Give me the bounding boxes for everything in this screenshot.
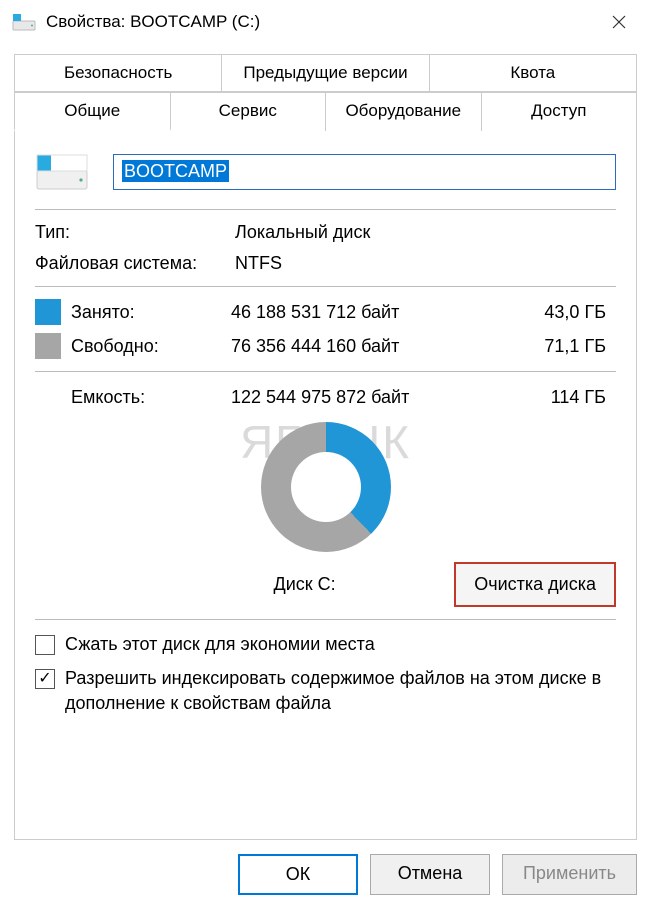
titlebar: Свойства: BOOTCAMP (C:) [0, 0, 651, 44]
drive-name-value: BOOTCAMP [122, 160, 229, 182]
dialog-footer: OК Отмена Применить [0, 840, 651, 909]
used-bytes: 46 188 531 712 байт [231, 302, 471, 323]
filesystem-label: Файловая система: [35, 253, 235, 274]
used-label: Занято: [71, 302, 231, 323]
drive-name-input[interactable]: BOOTCAMP [113, 154, 616, 190]
free-bytes: 76 356 444 160 байт [231, 336, 471, 357]
type-row: Тип: Локальный диск [35, 222, 616, 243]
drive-name-row: BOOTCAMP [35, 153, 616, 191]
separator [35, 619, 616, 620]
disk-caption: Диск C: [35, 574, 454, 595]
separator [35, 371, 616, 372]
general-panel: BOOTCAMP Тип: Локальный диск Файловая си… [14, 131, 637, 840]
drive-icon [12, 13, 36, 31]
close-icon [611, 14, 627, 30]
disk-cleanup-button[interactable]: Очистка диска [454, 562, 616, 607]
window-title: Свойства: BOOTCAMP (C:) [46, 12, 599, 32]
capacity-row: Емкость: 122 544 975 872 байт 114 ГБ [35, 384, 616, 410]
cancel-button[interactable]: Отмена [370, 854, 490, 895]
drive-large-icon [35, 153, 89, 191]
compress-row: Сжать этот диск для экономии места [35, 632, 616, 656]
ok-button[interactable]: OК [238, 854, 358, 895]
index-row: Разрешить индексировать содержимое файло… [35, 666, 616, 715]
cleanup-row: Диск C: Очистка диска [35, 562, 616, 607]
used-swatch-icon [35, 299, 61, 325]
free-gb: 71,1 ГБ [471, 336, 616, 357]
capacity-bytes: 122 544 975 872 байт [231, 387, 471, 408]
free-label: Свободно: [71, 336, 231, 357]
tab-quota[interactable]: Квота [430, 54, 637, 92]
used-gb: 43,0 ГБ [471, 302, 616, 323]
tab-tools[interactable]: Сервис [171, 92, 327, 131]
index-checkbox[interactable] [35, 669, 55, 689]
tab-security[interactable]: Безопасность [14, 54, 222, 92]
tab-row-top: Безопасность Предыдущие версии Квота [14, 54, 637, 92]
tab-general[interactable]: Общие [14, 92, 171, 131]
type-value: Локальный диск [235, 222, 616, 243]
tab-sharing[interactable]: Доступ [482, 92, 638, 131]
filesystem-value: NTFS [235, 253, 616, 274]
apply-button[interactable]: Применить [502, 854, 637, 895]
index-label: Разрешить индексировать содержимое файло… [65, 666, 616, 715]
capacity-label: Емкость: [71, 387, 231, 408]
tab-previous-versions[interactable]: Предыдущие версии [222, 54, 429, 92]
close-button[interactable] [599, 7, 639, 37]
free-space-row: Свободно: 76 356 444 160 байт 71,1 ГБ [35, 333, 616, 359]
filesystem-row: Файловая система: NTFS [35, 253, 616, 274]
separator [35, 209, 616, 210]
used-space-row: Занято: 46 188 531 712 байт 43,0 ГБ [35, 299, 616, 325]
type-label: Тип: [35, 222, 235, 243]
compress-label: Сжать этот диск для экономии места [65, 632, 375, 656]
capacity-gb: 114 ГБ [471, 387, 616, 408]
properties-window: Свойства: BOOTCAMP (C:) Безопасность Пре… [0, 0, 651, 909]
donut-icon [261, 422, 391, 552]
free-swatch-icon [35, 333, 61, 359]
compress-checkbox[interactable] [35, 635, 55, 655]
tab-strip: Безопасность Предыдущие версии Квота Общ… [0, 44, 651, 131]
separator [35, 286, 616, 287]
usage-chart [35, 422, 616, 552]
tab-hardware[interactable]: Оборудование [326, 92, 482, 131]
tab-row-bottom: Общие Сервис Оборудование Доступ [14, 92, 637, 131]
